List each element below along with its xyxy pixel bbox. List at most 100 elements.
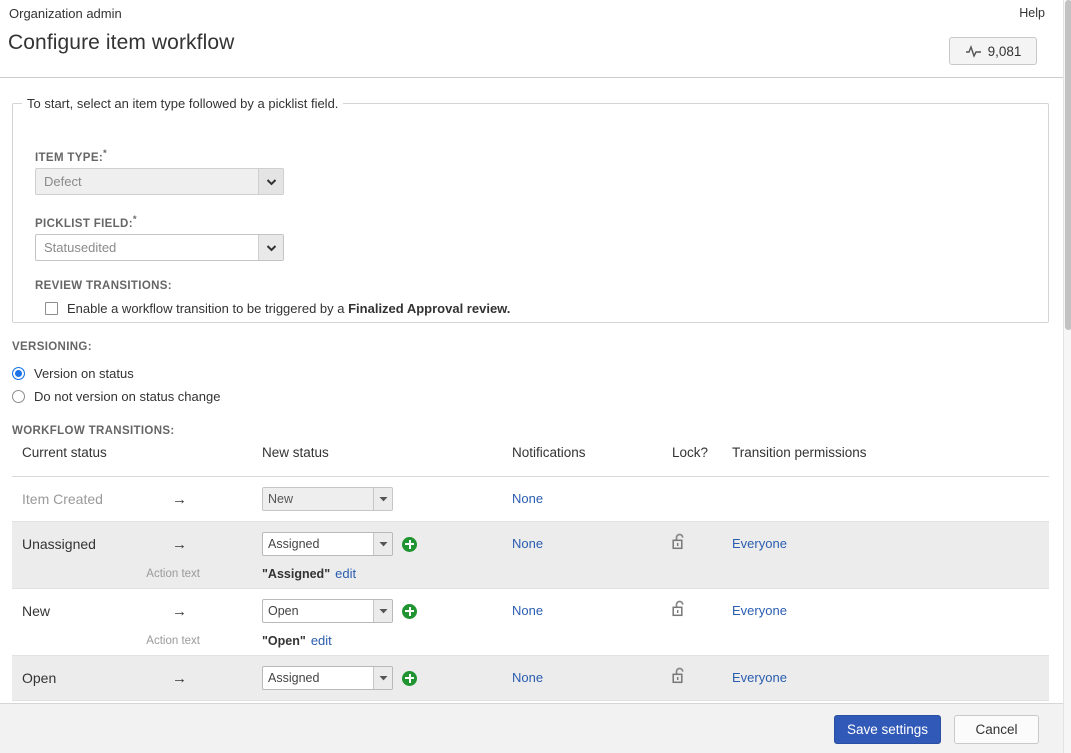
notifications-link[interactable]: None	[512, 603, 543, 618]
new-status-select[interactable]: Assigned	[262, 666, 393, 690]
review-transition-checkbox[interactable]	[45, 302, 58, 315]
action-text-edit-link[interactable]: edit	[311, 633, 332, 648]
radio-version-on-status[interactable]	[12, 367, 25, 380]
cell-new-status: Open	[262, 599, 512, 623]
picklist-field-label-text: PICKLIST FIELD:	[35, 218, 133, 230]
radio-label: Do not version on status change	[34, 389, 220, 404]
review-transition-text-prefix: Enable a workflow transition to be trigg…	[67, 301, 348, 316]
page-footer: Save settings Cancel	[0, 703, 1063, 753]
activity-metric-badge[interactable]: 9,081	[949, 37, 1037, 65]
column-header-transition-permissions: Transition permissions	[732, 445, 982, 460]
required-asterisk: *	[133, 214, 137, 225]
picklist-field-select[interactable]: Statusedited	[35, 234, 284, 261]
cell-transition-permissions: Everyone	[732, 602, 982, 620]
add-transition-button[interactable]	[402, 671, 417, 686]
column-header-lock: Lock?	[672, 445, 732, 460]
review-transition-text-bold: Finalized Approval review.	[348, 301, 510, 316]
item-type-select[interactable]: Defect	[35, 168, 284, 195]
scrollbar-thumb[interactable]	[1065, 0, 1071, 330]
transition-permissions-link[interactable]: Everyone	[732, 603, 787, 618]
cell-lock	[672, 600, 732, 622]
chevron-down-icon	[258, 235, 283, 260]
cell-notifications: None	[512, 535, 672, 553]
page-root: Organization admin Help Configure item w…	[0, 0, 1071, 753]
picklist-field-label: PICKLIST FIELD:*	[35, 214, 137, 230]
main-content: To start, select an item type followed b…	[0, 79, 1063, 704]
add-transition-button[interactable]	[402, 604, 417, 619]
column-header-current-status: Current status	[12, 445, 262, 460]
table-row: Item Created→New None	[12, 477, 1049, 522]
notifications-link[interactable]: None	[512, 536, 543, 551]
cell-current-status: Open	[12, 670, 172, 686]
column-header-new-status: New status	[262, 445, 512, 460]
action-text-edit-link[interactable]: edit	[335, 566, 356, 581]
new-status-select[interactable]: Open	[262, 599, 393, 623]
action-text-value: "Open"	[262, 634, 306, 648]
add-transition-button[interactable]	[402, 537, 417, 552]
unlocked-padlock-icon[interactable]	[672, 667, 687, 689]
cell-notifications: None	[512, 669, 672, 687]
cell-transition-permissions: Everyone	[732, 669, 982, 687]
page-title: Configure item workflow	[8, 31, 234, 55]
unlocked-padlock-icon[interactable]	[672, 533, 687, 555]
transition-arrow-icon: →	[172, 670, 262, 687]
transition-permissions-link[interactable]: Everyone	[732, 536, 787, 551]
action-text-group: "Assigned" edit	[262, 565, 356, 583]
table-row-main: New→Open None Everyone	[12, 589, 1049, 633]
table-row-action-text: Action text"Open" edit	[12, 633, 1049, 655]
item-type-label-text: ITEM TYPE:	[35, 152, 103, 164]
transition-arrow-icon: →	[172, 603, 262, 620]
item-type-value: Defect	[36, 169, 258, 194]
table-row-main: Item Created→New None	[12, 477, 1049, 521]
vertical-scrollbar[interactable]	[1063, 0, 1071, 753]
review-transitions-label: REVIEW TRANSITIONS:	[35, 280, 172, 292]
versioning-option-do-not-version[interactable]: Do not version on status change	[12, 389, 220, 404]
workflow-transitions-label: WORKFLOW TRANSITIONS:	[12, 425, 175, 437]
transition-permissions-link[interactable]: Everyone	[732, 670, 787, 685]
review-transition-text: Enable a workflow transition to be trigg…	[67, 301, 510, 316]
save-settings-button[interactable]: Save settings	[834, 715, 941, 744]
cell-current-status: Item Created	[12, 491, 172, 507]
new-status-value: Open	[263, 600, 373, 622]
cell-lock	[672, 667, 732, 689]
new-status-select[interactable]: New	[262, 487, 393, 511]
notifications-link[interactable]: None	[512, 670, 543, 685]
action-text-group: "Open" edit	[262, 632, 332, 650]
action-text-label: Action text	[12, 635, 262, 647]
new-status-value: Assigned	[263, 667, 373, 689]
action-text-label: Action text	[12, 568, 262, 580]
chevron-down-icon	[258, 169, 283, 194]
action-text-value: "Assigned"	[262, 567, 330, 581]
chevron-down-icon	[373, 600, 392, 622]
notifications-link[interactable]: None	[512, 491, 543, 506]
versioning-section-label: VERSIONING:	[12, 341, 92, 353]
new-status-value: Assigned	[263, 533, 373, 555]
activity-metric-value: 9,081	[988, 44, 1022, 59]
review-transition-checkbox-row[interactable]: Enable a workflow transition to be trigg…	[45, 301, 510, 316]
table-row-action-text: Action text"Assigned" edit	[12, 566, 1049, 588]
cell-current-status: Unassigned	[12, 536, 172, 552]
required-asterisk: *	[103, 148, 107, 159]
cell-current-status: New	[12, 603, 172, 619]
chevron-down-icon	[373, 488, 392, 510]
unlocked-padlock-icon[interactable]	[672, 600, 687, 622]
workflow-transitions-table: Current status New status Notifications …	[12, 445, 1049, 701]
cell-notifications: None	[512, 490, 672, 508]
picklist-field-value: Statusedited	[36, 235, 258, 260]
help-link[interactable]: Help	[1019, 6, 1045, 20]
cell-new-status: Assigned	[262, 666, 512, 690]
cell-transition-permissions: Everyone	[732, 535, 982, 553]
new-status-select[interactable]: Assigned	[262, 532, 393, 556]
transition-arrow-icon: →	[172, 491, 262, 508]
new-status-value: New	[263, 488, 373, 510]
cell-lock	[672, 533, 732, 555]
item-type-fieldset: To start, select an item type followed b…	[12, 96, 1049, 323]
column-header-notifications: Notifications	[512, 445, 672, 460]
breadcrumb: Organization admin	[9, 6, 122, 21]
fieldset-legend: To start, select an item type followed b…	[22, 96, 343, 111]
radio-do-not-version[interactable]	[12, 390, 25, 403]
cancel-button[interactable]: Cancel	[954, 715, 1039, 744]
chevron-down-icon	[373, 533, 392, 555]
versioning-option-version-on-status[interactable]: Version on status	[12, 366, 134, 381]
table-header-row: Current status New status Notifications …	[12, 445, 1049, 477]
